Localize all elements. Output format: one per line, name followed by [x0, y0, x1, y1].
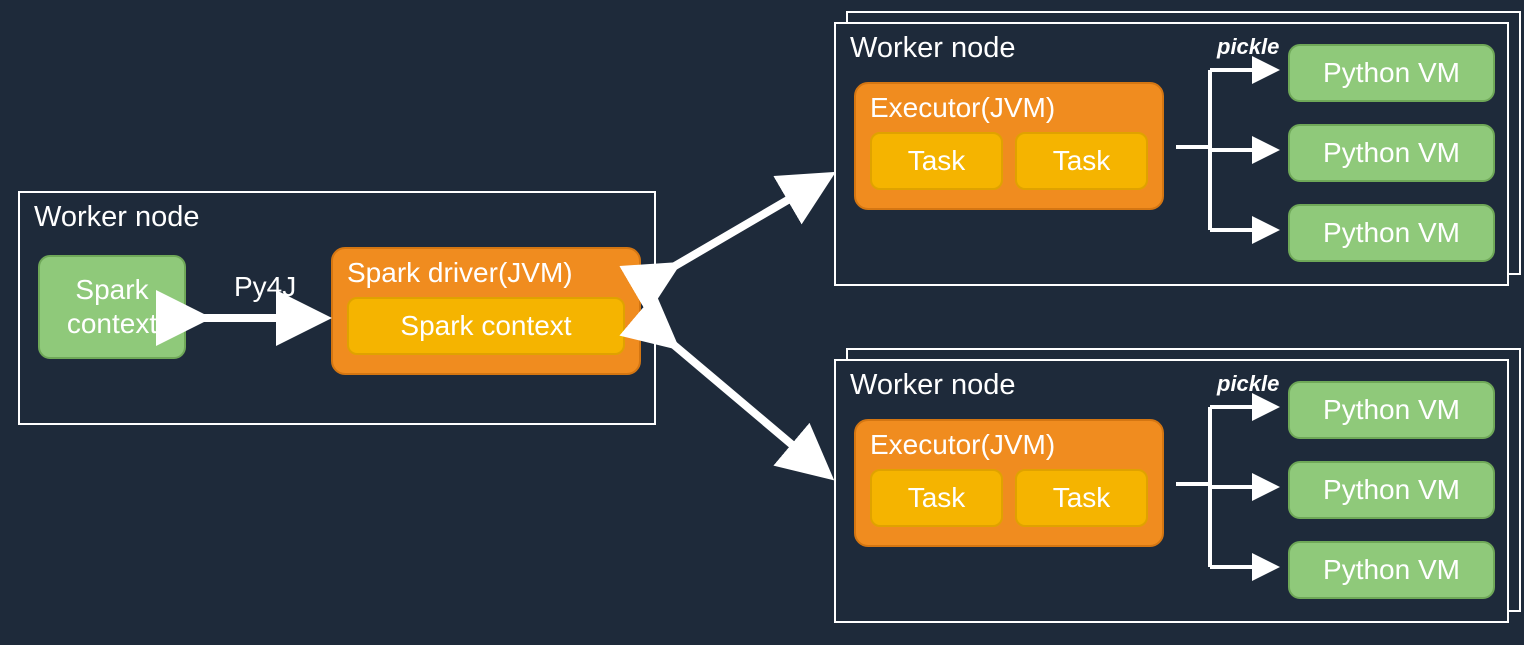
python-vm: Python VM	[1288, 204, 1495, 262]
worker-node-1: Worker node Executor(JVM) Task Task pick…	[834, 22, 1509, 286]
pickle-label: pickle	[1217, 34, 1279, 60]
executor-jvm-1: Executor(JVM) Task Task	[854, 82, 1164, 210]
pickle-label: pickle	[1217, 371, 1279, 397]
worker-node-2: Worker node Executor(JVM) Task Task pick…	[834, 359, 1509, 623]
python-vm: Python VM	[1288, 381, 1495, 439]
python-vm: Python VM	[1288, 461, 1495, 519]
task-box: Task	[1015, 469, 1148, 527]
task-box: Task	[1015, 132, 1148, 190]
executor-jvm-2: Executor(JVM) Task Task	[854, 419, 1164, 547]
executor-label: Executor(JVM)	[870, 92, 1148, 124]
python-vm: Python VM	[1288, 541, 1495, 599]
executor-label: Executor(JVM)	[870, 429, 1148, 461]
driver-worker-node: Worker node Spark context Py4J Spark dri…	[18, 191, 656, 425]
python-vm: Python VM	[1288, 124, 1495, 182]
py4j-label: Py4J	[234, 271, 296, 303]
task-box: Task	[870, 469, 1003, 527]
spark-context-jvm: Spark context	[347, 297, 625, 355]
task-box: Task	[870, 132, 1003, 190]
python-vm: Python VM	[1288, 44, 1495, 102]
spark-driver-label: Spark driver(JVM)	[347, 257, 625, 289]
worker-node-title: Worker node	[20, 193, 654, 238]
spark-context-python: Spark context	[38, 255, 186, 359]
spark-driver-jvm: Spark driver(JVM) Spark context	[331, 247, 641, 375]
